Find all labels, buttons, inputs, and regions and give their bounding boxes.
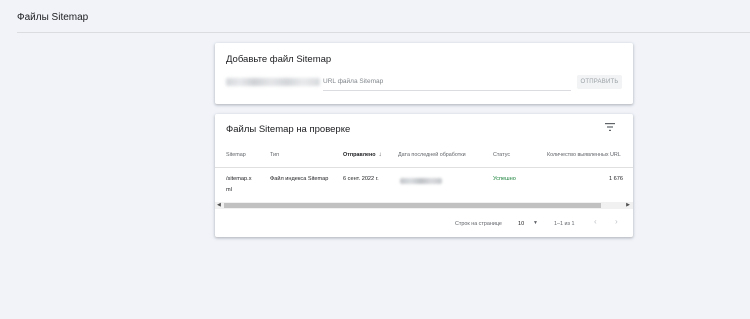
filter-icon[interactable] (603, 122, 617, 132)
site-url-prefix-blurred (226, 78, 320, 86)
sitemap-path-line-1[interactable]: /sitemap.x (226, 176, 252, 182)
add-sitemap-card: Добавьте файл Sitemap ОТПРАВИТЬ (215, 43, 633, 104)
next-page-icon[interactable]: › (615, 217, 618, 226)
header-divider (17, 32, 750, 33)
column-header-discovered-urls[interactable]: Количество выявленных URL (547, 152, 621, 158)
column-header-submitted-label: Отправлено (343, 152, 376, 158)
status-badge: Успешно (493, 176, 516, 182)
table-header-divider (215, 167, 633, 168)
column-header-type[interactable]: Тип (270, 152, 279, 158)
scrollbar-thumb[interactable] (224, 203, 601, 208)
column-header-last-read[interactable]: Дата последней обработки (398, 152, 466, 158)
pagination-range: 1–1 из 1 (554, 221, 575, 227)
sitemap-type: Файл индекса Sitemap (270, 176, 329, 182)
page-header: Файлы Sitemap (0, 0, 750, 33)
rows-per-page-label: Строк на странице (455, 221, 502, 227)
horizontal-scrollbar[interactable]: ◀ ▶ (215, 202, 633, 209)
sitemap-path-line-2[interactable]: ml (226, 187, 232, 193)
last-read-date-blurred (400, 178, 442, 184)
previous-page-icon[interactable]: ‹ (594, 217, 597, 226)
scroll-right-arrow-icon[interactable]: ▶ (626, 202, 630, 209)
arrow-down-icon: ↓ (378, 152, 382, 158)
dropdown-arrow-icon: ▼ (533, 220, 538, 226)
discovered-urls-count: 1 676 (609, 176, 623, 182)
rows-per-page-select[interactable]: 10 ▼ (518, 218, 542, 228)
sitemap-url-input[interactable] (323, 73, 571, 91)
submit-button[interactable]: ОТПРАВИТЬ (577, 75, 622, 89)
page-title: Файлы Sitemap (17, 12, 89, 23)
column-header-submitted[interactable]: Отправлено ↓ (343, 152, 382, 158)
add-sitemap-title: Добавьте файл Sitemap (226, 54, 332, 65)
sitemaps-list-title: Файлы Sitemap на проверке (226, 124, 351, 135)
rows-per-page-value: 10 (518, 221, 525, 227)
column-header-status[interactable]: Статус (493, 152, 510, 158)
sitemap-submitted-date: 6 сент. 2022 г. (343, 176, 379, 182)
column-header-sitemap[interactable]: Sitemap (226, 152, 246, 158)
scroll-left-arrow-icon[interactable]: ◀ (217, 202, 221, 209)
sitemaps-list-card: Файлы Sitemap на проверке Sitemap Тип От… (215, 114, 633, 237)
